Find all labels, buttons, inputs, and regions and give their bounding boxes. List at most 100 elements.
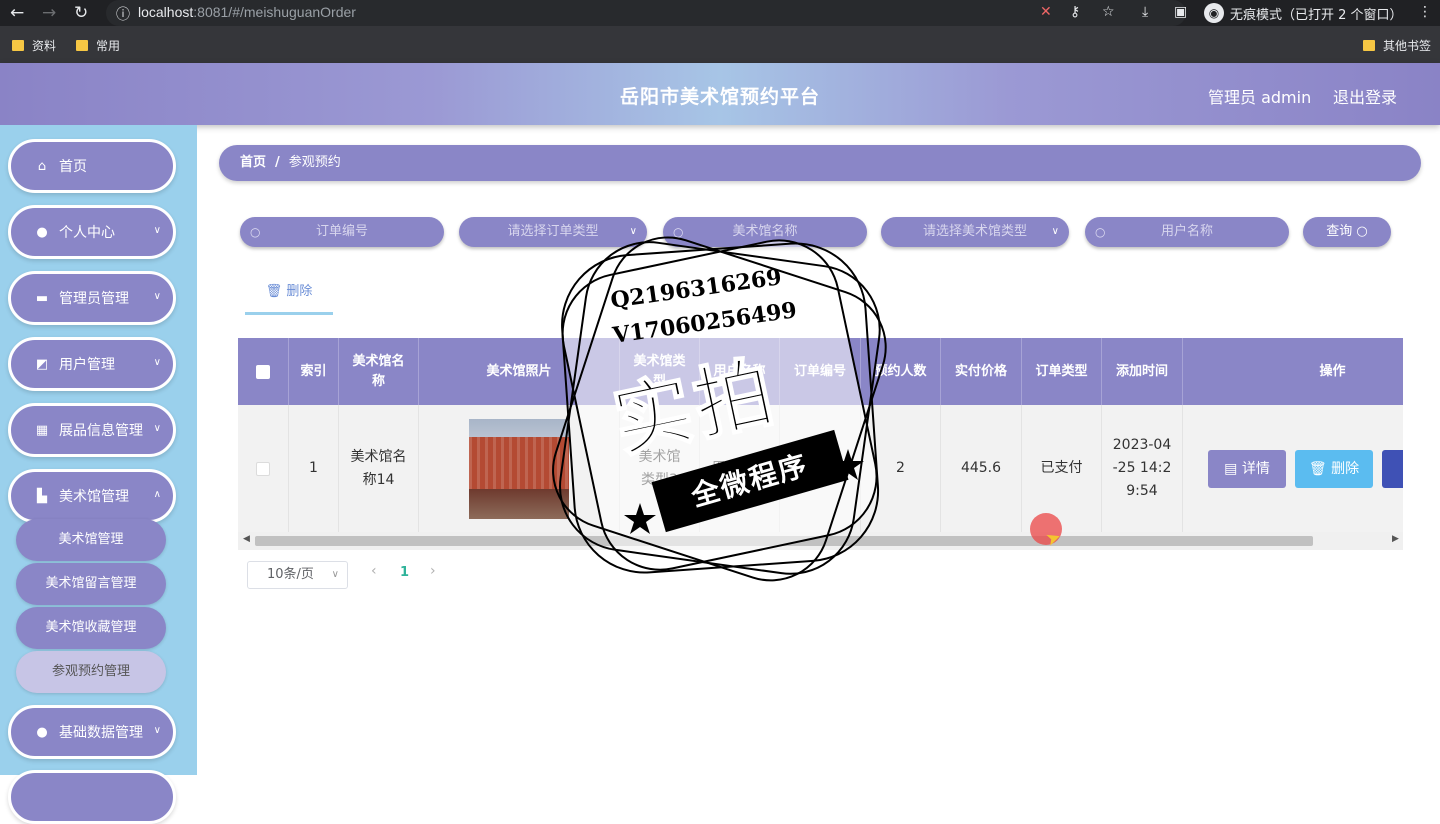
scroll-thumb[interactable] (255, 536, 1313, 546)
info-icon[interactable]: ⓘ (116, 4, 130, 24)
other-bookmarks[interactable]: 其他书签 (1363, 37, 1431, 54)
user-icon: ● (36, 724, 48, 740)
url-text[interactable]: localhost:8081/#/meishuguanOrder (138, 4, 356, 20)
search-icon: ○ (250, 225, 261, 239)
reload-icon[interactable]: ↻ (74, 3, 88, 23)
col-header: 实付价格 (941, 338, 1022, 405)
delete-button[interactable]: 🗑 删除 (1295, 450, 1373, 488)
col-header: 索引 (289, 338, 339, 405)
select-all-checkbox[interactable] (256, 364, 270, 379)
col-header: 订单编号 (780, 338, 861, 405)
row-checkbox[interactable] (256, 461, 270, 476)
search-icon: ○ (1095, 225, 1106, 239)
sidebar-item-basedata[interactable]: ● 基础数据管理 ∨ (8, 705, 176, 759)
blocked-icon[interactable]: ✕ (1040, 4, 1052, 20)
grid-icon: ▦ (35, 422, 49, 438)
col-header: 订单类型 (1022, 338, 1102, 405)
sidebar-item-exhibits[interactable]: ▦ 展品信息管理 ∨ (8, 403, 176, 457)
user-name-input[interactable]: ○ 用户名称 (1085, 217, 1289, 247)
sidebar-item-profile[interactable]: ● 个人中心 ∨ (8, 205, 176, 259)
search-icon: ○ (1356, 224, 1368, 239)
col-header: 美术馆照片 (419, 338, 620, 405)
bookmark-folder[interactable]: 常用 (76, 37, 120, 54)
search-icon: ○ (673, 225, 684, 239)
cell-index: 1 (289, 405, 339, 532)
breadcrumb-home[interactable]: 首页 (240, 155, 266, 170)
horizontal-scrollbar[interactable]: ◀ ▶ (238, 532, 1403, 550)
scroll-left-icon[interactable]: ◀ (243, 534, 250, 544)
home-icon: ⌂ (37, 158, 47, 174)
col-header: 添加时间 (1102, 338, 1183, 405)
batch-delete-button[interactable]: 🗑 删除 (245, 277, 333, 315)
chevron-down-icon: ∨ (153, 225, 161, 236)
chevron-down-icon: ∨ (153, 291, 161, 302)
browser-toolbar: ← → ↻ ⓘ localhost:8081/#/meishuguanOrder… (0, 0, 1440, 26)
folder-icon (12, 40, 24, 51)
sidebar-item-admins[interactable]: ▬ 管理员管理 ∨ (8, 271, 176, 325)
gallery-photo[interactable] (469, 418, 569, 519)
sidebar-item-users[interactable]: ◩ 用户管理 ∨ (8, 337, 176, 391)
chart-icon: ◩ (35, 356, 49, 372)
admin-label: 管理员 admin (1208, 88, 1312, 107)
sidebar-item-more[interactable] (8, 770, 176, 824)
cell-actions: ▤ 详情 🗑 删除 (1183, 405, 1403, 532)
app-header: 岳阳市美术馆预约平台 管理员 admin 退出登录 (0, 63, 1440, 125)
row-select-cell (238, 405, 289, 532)
monitor-icon: ▬ (35, 290, 49, 306)
user-icon: ● (36, 224, 48, 240)
col-header: 操作 (1183, 338, 1403, 405)
submenu-gallery-favorites[interactable]: 美术馆收藏管理 (16, 607, 166, 649)
folder-icon (1363, 40, 1375, 51)
breadcrumb-current: 参观预约 (288, 155, 341, 170)
sidebar: ⌂ 首页 ● 个人中心 ∨ ▬ 管理员管理 ∨ ◩ 用户管理 ∨ ▦ 展品信息管… (0, 125, 197, 824)
chevron-down-icon: ∨ (153, 423, 161, 434)
submenu-gallery-messages[interactable]: 美术馆留言管理 (16, 563, 166, 605)
breadcrumb: 首页 / 参观预约 (219, 145, 1421, 181)
menu-icon[interactable]: ⋮ (1418, 4, 1432, 20)
detail-button[interactable]: ▤ 详情 (1208, 450, 1286, 488)
cell-order-type: 已支付 (1022, 405, 1102, 532)
cell-time: 2023-04-25 14:29:54 (1102, 405, 1183, 532)
chevron-down-icon: ∨ (629, 226, 637, 237)
cell-price: 445.6 (941, 405, 1022, 532)
trash-icon: 🗑 (1308, 461, 1327, 477)
sidepanel-icon[interactable]: ▣ (1174, 4, 1187, 20)
download-icon[interactable]: ⤓ (1142, 4, 1148, 20)
col-header: 美术馆名称 (339, 338, 419, 405)
logout-link[interactable]: 退出登录 (1333, 84, 1397, 108)
cell-people: 2 (861, 405, 941, 532)
star-icon[interactable]: ☆ (1102, 4, 1115, 20)
order-type-select[interactable]: 请选择订单类型 ∨ (459, 217, 647, 247)
chevron-down-icon: ∨ (153, 725, 161, 736)
bookmark-folder[interactable]: 资料 (12, 37, 56, 54)
back-icon[interactable]: ← (10, 3, 24, 23)
submenu-gallery-manage[interactable]: 美术馆管理 (16, 519, 166, 561)
submenu-visit-booking[interactable]: 参观预约管理 (16, 651, 166, 693)
next-page-icon[interactable]: › (430, 563, 436, 579)
bookmarks-bar: 资料 常用 其他书签 (0, 26, 1440, 63)
chevron-up-icon: ∧ (153, 489, 161, 500)
gallery-type-select[interactable]: 请选择美术馆类型 ∨ (881, 217, 1069, 247)
forward-icon[interactable]: → (42, 3, 56, 23)
trash-icon: 🗑 (265, 284, 283, 299)
more-button[interactable] (1382, 450, 1403, 488)
incognito-indicator[interactable]: ◉ 无痕模式（已打开 2 个窗口） (1204, 3, 1403, 23)
chevron-down-icon: ∨ (331, 569, 339, 580)
scroll-right-icon[interactable]: ▶ (1392, 534, 1399, 544)
table-header: 索引 美术馆名称 美术馆照片 美术馆类型 用户名称 订单编号 预约人数 实付价格… (238, 338, 1403, 405)
page-size-select[interactable]: 10条/页 ∨ (247, 561, 348, 589)
sidebar-item-galleries[interactable]: ▙ 美术馆管理 ∧ (8, 469, 176, 523)
page-number[interactable]: 1 (400, 565, 409, 580)
order-no-input[interactable]: ○ 订单编号 (240, 217, 444, 247)
gallery-name-input[interactable]: ○ 美术馆名称 (663, 217, 867, 247)
document-icon: ▤ (1224, 461, 1238, 477)
incognito-icon: ◉ (1204, 3, 1224, 23)
cell-gallery-name: 美术馆名称14 (339, 405, 419, 532)
prev-page-icon[interactable]: ‹ (371, 563, 377, 579)
select-all-cell (238, 338, 289, 405)
key-icon[interactable]: ⚷ (1070, 4, 1080, 20)
sidebar-item-home[interactable]: ⌂ 首页 (8, 139, 176, 193)
col-header: 预约人数 (861, 338, 941, 405)
chevron-down-icon: ∨ (153, 357, 161, 368)
query-button[interactable]: 查询 ○ (1303, 217, 1391, 247)
